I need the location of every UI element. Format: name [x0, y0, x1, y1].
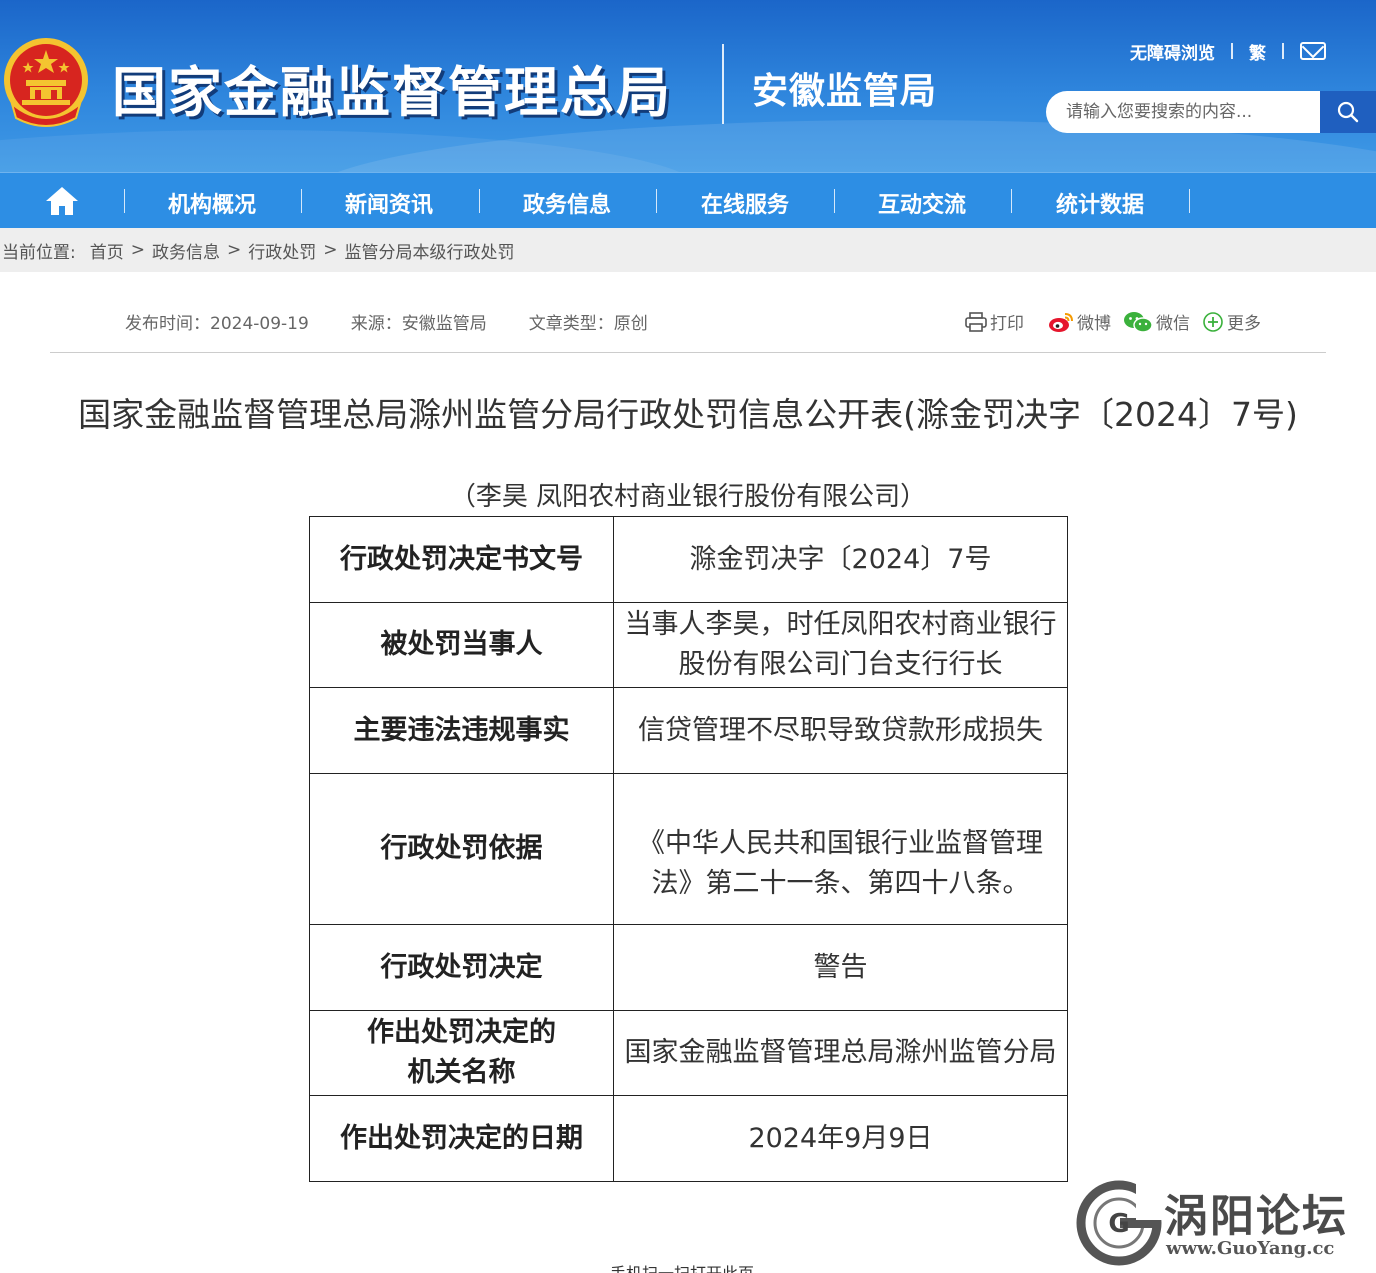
link-separator	[1231, 43, 1233, 59]
table-key-cell: 行政处罚决定书文号	[309, 516, 614, 603]
site-header: 国家金融监督管理总局 安徽监管局 无障碍浏览 繁	[0, 0, 1376, 172]
table-row: 作出处罚决定的日期 2024年9月9日	[309, 1095, 1068, 1182]
table-value-cell: 《中华人民共和国银行业监督管理法》第二十一条、第四十八条。	[613, 773, 1068, 925]
table-key-cell: 作出处罚决定的日期	[309, 1095, 614, 1182]
site-subtitle[interactable]: 安徽监管局	[752, 62, 937, 114]
table-key-cell: 被处罚当事人	[309, 602, 614, 688]
nav-separator	[834, 189, 835, 213]
article-subtitle: （李昊 凤阳农村商业银行股份有限公司）	[449, 482, 927, 512]
nav-item-online-service[interactable]: 在线服务	[701, 187, 789, 219]
article-title: 国家金融监督管理总局滁州监管分局行政处罚信息公开表(滁金罚决字〔2024〕7号)	[78, 395, 1298, 434]
weibo-icon	[1049, 312, 1073, 332]
wechat-icon	[1124, 311, 1153, 333]
site-title[interactable]: 国家金融监督管理总局	[112, 48, 672, 127]
qr-code-caption: 手机扫一扫打开此页	[610, 1260, 754, 1273]
article-meta: 发布时间：2024-09-19 来源：安徽监管局 文章类型：原创	[125, 309, 690, 334]
share-bar: 打印 微博 微信 更多	[965, 309, 1273, 334]
nav-item-interaction[interactable]: 互动交流	[878, 187, 966, 219]
nav-item-organization[interactable]: 机构概况	[168, 187, 256, 219]
wechat-share-button[interactable]: 微信	[1123, 309, 1190, 334]
table-value-cell: 警告	[613, 924, 1068, 1011]
nav-separator	[1011, 189, 1012, 213]
breadcrumb-arrow: >	[226, 240, 242, 260]
breadcrumb-home[interactable]: 首页	[90, 238, 124, 263]
search-icon	[1337, 101, 1359, 123]
table-row: 作出处罚决定的机关名称 国家金融监督管理总局滁州监管分局	[309, 1010, 1068, 1096]
penalty-info-table: 行政处罚决定书文号 滁金罚决字〔2024〕7号 被处罚当事人 当事人李昊，时任凤…	[309, 516, 1068, 1182]
nav-item-government-info[interactable]: 政务信息	[523, 187, 611, 219]
printer-icon	[965, 311, 987, 332]
article-type: 文章类型：原创	[528, 314, 648, 334]
article-source: 来源：安徽监管局	[350, 314, 487, 334]
breadcrumb-arrow: >	[130, 240, 145, 260]
nav-separator	[301, 189, 302, 213]
breadcrumb: 当前位置: 首页 > 政务信息 > 行政处罚 > 监管分局本级行政处罚	[0, 228, 1376, 272]
accessibility-link[interactable]: 无障碍浏览	[1130, 39, 1215, 64]
watermark-url: www.GuoYang.cc	[1166, 1238, 1335, 1259]
nav-separator	[124, 189, 125, 213]
title-divider	[722, 44, 724, 124]
nav-separator	[656, 189, 657, 213]
more-label: 更多	[1227, 314, 1261, 334]
meta-divider	[50, 352, 1326, 353]
print-button[interactable]: 打印	[965, 309, 1024, 334]
watermark: G 涡阳论坛 www.GuoYang.cc	[1076, 1180, 1366, 1266]
watermark-logo-icon: G	[1076, 1180, 1162, 1266]
search-input[interactable]	[1046, 91, 1320, 133]
svg-text:G: G	[1108, 1209, 1129, 1239]
search-button[interactable]	[1320, 91, 1376, 133]
weibo-share-button[interactable]: 微博	[1048, 309, 1111, 334]
table-row: 被处罚当事人 当事人李昊，时任凤阳农村商业银行股份有限公司门台支行行长	[309, 602, 1068, 688]
table-value-cell: 国家金融监督管理总局滁州监管分局	[613, 1010, 1068, 1096]
table-key-cell: 行政处罚依据	[309, 773, 614, 925]
main-nav: 机构概况 新闻资讯 政务信息 在线服务 互动交流 统计数据	[0, 172, 1376, 228]
breadcrumb-prefix: 当前位置:	[2, 242, 76, 263]
breadcrumb-arrow: >	[323, 240, 338, 260]
nav-separator	[479, 189, 480, 213]
breadcrumb-penalty[interactable]: 行政处罚	[248, 238, 316, 263]
table-row: 主要违法违规事实 信贷管理不尽职导致贷款形成损失	[309, 687, 1068, 774]
table-key-cell: 作出处罚决定的机关名称	[309, 1010, 614, 1096]
nav-item-statistics[interactable]: 统计数据	[1056, 187, 1144, 219]
table-row: 行政处罚决定 警告	[309, 924, 1068, 1011]
search-box	[1046, 91, 1376, 133]
nav-separator	[1189, 189, 1190, 213]
top-links: 无障碍浏览 繁	[1130, 38, 1326, 64]
table-row: 行政处罚决定书文号 滁金罚决字〔2024〕7号	[309, 516, 1068, 603]
national-emblem-icon[interactable]	[2, 34, 90, 130]
more-share-button[interactable]: 更多	[1202, 309, 1261, 334]
table-value-cell: 当事人李昊，时任凤阳农村商业银行股份有限公司门台支行行长	[613, 602, 1068, 688]
table-value-cell: 2024年9月9日	[613, 1095, 1068, 1182]
table-row: 行政处罚依据 《中华人民共和国银行业监督管理法》第二十一条、第四十八条。	[309, 773, 1068, 925]
breadcrumb-current[interactable]: 监管分局本级行政处罚	[344, 238, 514, 263]
publish-date: 发布时间：2024-09-19	[125, 314, 309, 334]
traditional-chinese-link[interactable]: 繁	[1249, 39, 1266, 64]
plus-icon	[1203, 311, 1223, 332]
breadcrumb-government-info[interactable]: 政务信息	[152, 238, 220, 263]
wechat-label: 微信	[1156, 314, 1190, 334]
watermark-title: 涡阳论坛	[1164, 1191, 1348, 1242]
table-key-cell: 行政处罚决定	[309, 924, 614, 1011]
table-value-cell: 滁金罚决字〔2024〕7号	[613, 516, 1068, 603]
print-label: 打印	[990, 314, 1024, 334]
weibo-label: 微博	[1077, 314, 1111, 334]
link-separator	[1282, 43, 1284, 59]
mail-icon[interactable]	[1300, 42, 1326, 60]
table-key-cell: 主要违法违规事实	[309, 687, 614, 774]
nav-item-news[interactable]: 新闻资讯	[345, 187, 433, 219]
home-icon[interactable]	[44, 185, 80, 217]
table-value-cell: 信贷管理不尽职导致贷款形成损失	[613, 687, 1068, 774]
